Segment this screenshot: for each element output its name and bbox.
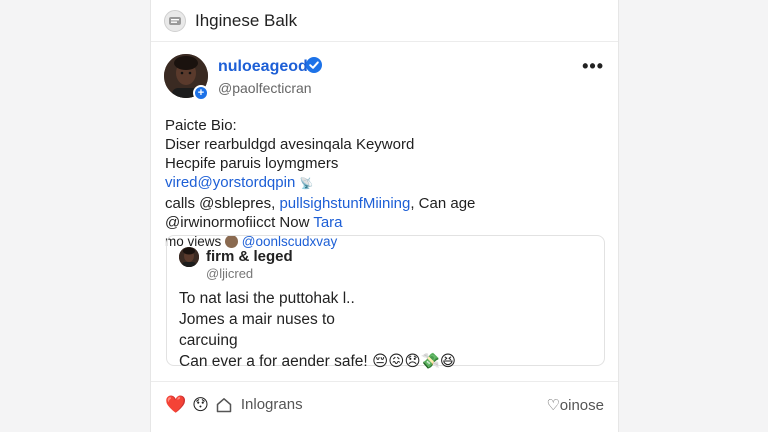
- home-button[interactable]: Inlograns: [215, 396, 303, 414]
- profile-header: + nuloeageod @paolfecticran •••: [151, 42, 618, 112]
- bio-title: Paicte Bio:: [165, 117, 237, 134]
- bio-line: @irwinormofiicct Now Tara: [165, 213, 604, 232]
- bio-line: calls @sblepres, pullsighstunfMiining, C…: [165, 194, 604, 213]
- quoted-line: Jomes a mair nuses to: [179, 311, 335, 328]
- share-button[interactable]: ♡oinose: [546, 396, 604, 414]
- more-options-button[interactable]: •••: [582, 56, 604, 77]
- post-card: Ihginese Balk + nuloeageod @paolfecticra…: [150, 0, 619, 432]
- bio-text: @irwinormofiicct Now: [165, 214, 314, 231]
- quoted-line: To nat lasi the puttohak l..: [179, 290, 355, 307]
- display-name[interactable]: nuloeageod: [218, 58, 308, 76]
- quoted-handle: @ljicred: [206, 266, 254, 281]
- surprised-face-icon: 😯: [192, 396, 209, 414]
- app-logo-icon: [164, 9, 186, 32]
- top-bar: Ihginese Balk: [151, 0, 618, 42]
- bio-line: Diser rearbuldgd avesinqala Keyword: [165, 136, 415, 153]
- quoted-line: carcuing: [179, 332, 238, 349]
- verified-badge-icon: [306, 57, 322, 73]
- quoted-avatar[interactable]: [179, 247, 199, 267]
- quoted-line: Can ever a for aender safe! 😔😖😞💸😆: [179, 353, 456, 370]
- bio-link[interactable]: vired@yorstordqpin: [165, 174, 295, 191]
- bio-link[interactable]: pullsighstunfMiining: [279, 195, 410, 212]
- bio-text: , Can age: [410, 195, 476, 212]
- react-button[interactable]: 😯: [192, 395, 209, 415]
- home-label: Inlograns: [240, 396, 303, 413]
- home-icon: [216, 397, 232, 412]
- antenna-icon: 📡: [299, 178, 314, 190]
- add-badge-icon: +: [193, 85, 209, 101]
- bio-line: Hecpife paruis loymgmers: [165, 155, 339, 172]
- app-title: Ihginese Balk: [195, 10, 298, 30]
- quoted-post[interactable]: firm & leged @ljicred To nat lasi the pu…: [166, 235, 605, 370]
- heart-icon: ❤️: [165, 394, 187, 414]
- like-button[interactable]: ❤️: [165, 395, 186, 415]
- bio-text: calls @sblepres,: [165, 195, 280, 212]
- profile-handle: @paolfecticran: [218, 80, 312, 96]
- bio-line: vired@yorstordqpin 📡: [165, 173, 604, 194]
- action-bar: ❤️ 😯 Inlograns ♡oinose: [151, 381, 618, 427]
- bio-link[interactable]: Tara: [313, 214, 342, 231]
- quoted-name[interactable]: firm & leged: [206, 248, 293, 265]
- bio-section: Paicte Bio: Diser rearbuldgd avesinqala …: [151, 116, 618, 251]
- quoted-body: To nat lasi the puttohak l.. Jomes a mai…: [179, 288, 456, 372]
